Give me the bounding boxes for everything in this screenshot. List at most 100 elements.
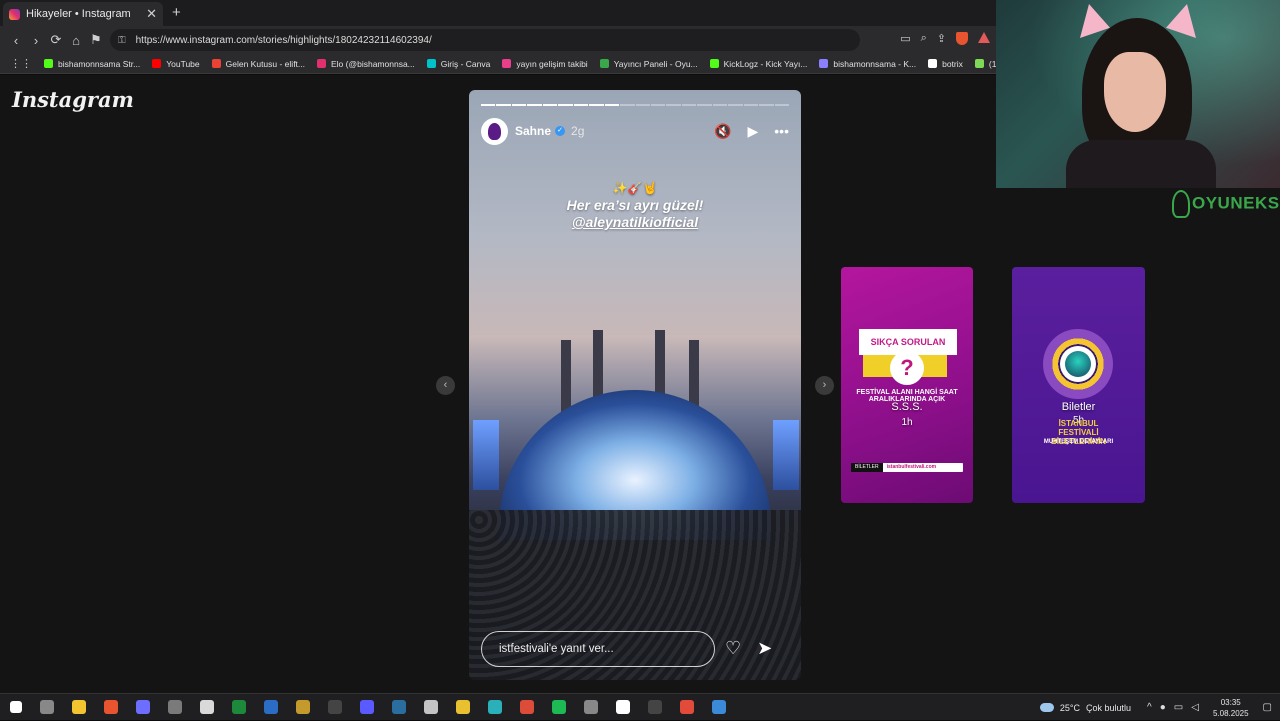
- bookmark-favicon-icon: [211, 59, 221, 68]
- bookmark-item[interactable]: YouTube: [152, 59, 200, 69]
- system-tray: 25°C Çok bulutlu ^ ● ▭ ◁ 03:35 5.08.2025…: [1039, 694, 1280, 721]
- taskbar-app-icon[interactable]: [712, 700, 726, 714]
- taskbar-app-icon[interactable]: [584, 700, 598, 714]
- taskbar-app-icon[interactable]: [360, 700, 374, 714]
- bookmark-item[interactable]: Yayıncı Paneli - Oyu...: [599, 59, 698, 69]
- bookmark-favicon-icon: [599, 59, 609, 68]
- story-caption: ✨🎸🤘 Her era’sı ayrı güzel! @aleynatilkio…: [469, 180, 801, 231]
- mute-icon[interactable]: 🔇: [714, 123, 731, 140]
- bookmark-item[interactable]: Giriş - Canva: [426, 59, 490, 69]
- new-tab-button[interactable]: +: [172, 4, 181, 21]
- taskbar-app-icon[interactable]: [168, 700, 182, 714]
- clock[interactable]: 03:35 5.08.2025: [1213, 697, 1249, 719]
- chevron-up-icon[interactable]: ^: [1147, 702, 1152, 713]
- progress-segment: [728, 104, 743, 106]
- story-username[interactable]: Sahne: [515, 124, 551, 138]
- taskbar-app-icon[interactable]: [456, 700, 470, 714]
- taskbar-app-icon[interactable]: [392, 700, 406, 714]
- taskbar-app-icon[interactable]: [552, 700, 566, 714]
- notifications-icon[interactable]: ▢: [1263, 702, 1272, 713]
- bookmark-item[interactable]: (15) Dashboard...: [974, 58, 996, 69]
- story-viewer[interactable]: Sahne ✓ 2g 🔇 ▶ ••• ✨🎸🤘 Her era’sı ayrı g…: [469, 90, 801, 680]
- bookmark-item[interactable]: bishamonnsama Str...: [44, 59, 140, 69]
- instagram-favicon-icon: [9, 8, 20, 20]
- taskbar-app-icon[interactable]: [680, 700, 694, 714]
- taskbar-app-icon[interactable]: [488, 700, 502, 714]
- home-icon[interactable]: ⌂: [66, 33, 86, 48]
- back-icon[interactable]: ‹: [6, 33, 26, 48]
- apps-grid-icon[interactable]: ⋮⋮: [10, 57, 32, 70]
- windows-taskbar: 25°C Çok bulutlu ^ ● ▭ ◁ 03:35 5.08.2025…: [0, 693, 1280, 720]
- reload-icon[interactable]: ⟳: [46, 32, 66, 48]
- story-reply-input[interactable]: istfestivali'e yanıt ver...: [481, 631, 715, 667]
- taskbar-app-icon[interactable]: [104, 700, 118, 714]
- taskbar-app-icon[interactable]: [264, 700, 278, 714]
- taskbar-app-icon[interactable]: [424, 700, 438, 714]
- network-icon[interactable]: ▭: [1174, 702, 1183, 713]
- taskbar-app-icon[interactable]: [648, 700, 662, 714]
- browser-tab-instagram[interactable]: Hikayeler • Instagram ✕: [3, 2, 163, 26]
- site-info-icon[interactable]: ⚿: [118, 35, 126, 46]
- zoom-icon[interactable]: ⌕: [921, 32, 927, 45]
- card-subtext: MUHTEŞEM DETAYLARI: [1043, 439, 1114, 445]
- oyuneks-mascot-icon: [1172, 190, 1190, 218]
- bookmark-item[interactable]: bishamonnsama - K...: [819, 59, 916, 69]
- bookmark-label: (15) Dashboard...: [988, 58, 996, 69]
- card-age: 1h: [901, 417, 913, 428]
- progress-segment: [542, 104, 558, 106]
- bookmark-favicon-icon: [928, 59, 938, 68]
- address-bar[interactable]: ⚿ https://www.instagram.com/stories/high…: [110, 29, 860, 51]
- forward-icon[interactable]: ›: [26, 33, 46, 48]
- next-story-button[interactable]: ›: [815, 376, 834, 395]
- taskbar-app-icon[interactable]: [616, 700, 630, 714]
- windows-start-icon[interactable]: [10, 701, 22, 713]
- taskbar-app-icon[interactable]: [232, 700, 246, 714]
- more-options-icon[interactable]: •••: [774, 123, 789, 139]
- play-icon[interactable]: ▶: [748, 123, 759, 140]
- instagram-logo[interactable]: Instagram: [12, 87, 134, 112]
- bookmark-icon[interactable]: ⚑: [86, 32, 106, 48]
- bookmark-label: Elo (@bishamonnsa...: [331, 58, 415, 69]
- taskbar-app-icon[interactable]: [200, 700, 214, 714]
- browser-tab-strip: Hikayeler • Instagram ✕ +: [0, 0, 996, 26]
- previous-story-button[interactable]: ‹: [436, 376, 455, 395]
- bookmark-item[interactable]: KickLogz - Kick Yayı...: [709, 59, 807, 69]
- bookmark-item[interactable]: Elo (@bishamonnsa...: [317, 59, 415, 69]
- bookmark-favicon-icon: [426, 59, 436, 68]
- progress-segment: [697, 104, 712, 106]
- volume-icon[interactable]: ◁: [1191, 702, 1199, 713]
- microphone-icon[interactable]: ●: [1160, 702, 1166, 713]
- bookmark-item[interactable]: Gelen Kutusu - elift...: [211, 58, 305, 69]
- bookmark-label: Gelen Kutusu - elift...: [225, 58, 305, 69]
- taskbar-app-icon[interactable]: [520, 700, 534, 714]
- bookmark-item[interactable]: botrix: [928, 59, 963, 69]
- performer-avatar: [1065, 351, 1091, 377]
- taskbar-app-icon[interactable]: [72, 700, 86, 714]
- verified-badge-icon: ✓: [555, 126, 566, 136]
- tab-close-icon[interactable]: ✕: [146, 6, 157, 22]
- bookmark-favicon-icon: [152, 59, 162, 68]
- taskbar-app-icon[interactable]: [328, 700, 342, 714]
- cast-icon[interactable]: ▭: [900, 32, 910, 45]
- taskbar-app-icon[interactable]: [296, 700, 310, 714]
- progress-segment: [681, 104, 697, 106]
- story-preview-card-sss[interactable]: SIKÇA SORULAN ? FESTİVAL ALANI HANGİ SAA…: [841, 267, 973, 503]
- like-heart-icon[interactable]: ♡: [725, 638, 741, 659]
- bookmark-item[interactable]: yayın gelişim takibi: [502, 59, 588, 69]
- brave-rewards-icon[interactable]: [978, 32, 990, 43]
- taskbar-app-icon[interactable]: [136, 700, 150, 714]
- toolbar-actions: ▭ ⌕ ⇪: [900, 32, 990, 45]
- story-header: Sahne ✓ 2g 🔇 ▶ •••: [481, 117, 789, 145]
- story-preview-card-biletler[interactable]: Biletler 5h İSTANBUL FESTİVALİ BİLETLERİ…: [1012, 267, 1145, 503]
- bookmark-favicon-icon: [502, 59, 512, 68]
- share-icon[interactable]: ⇪: [937, 32, 946, 45]
- caption-mention-link[interactable]: @aleynatilkiofficial: [469, 214, 801, 231]
- caption-text: Her era’sı ayrı güzel!: [566, 197, 704, 213]
- avatar[interactable]: [481, 117, 508, 145]
- progress-segment: [604, 104, 620, 106]
- send-icon[interactable]: ➤: [757, 638, 772, 659]
- taskbar-app-icon[interactable]: [40, 700, 54, 714]
- brave-shield-icon[interactable]: [956, 32, 968, 45]
- weather-widget[interactable]: 25°C Çok bulutlu: [1039, 703, 1131, 713]
- caption-emoji: ✨🎸🤘: [612, 181, 658, 195]
